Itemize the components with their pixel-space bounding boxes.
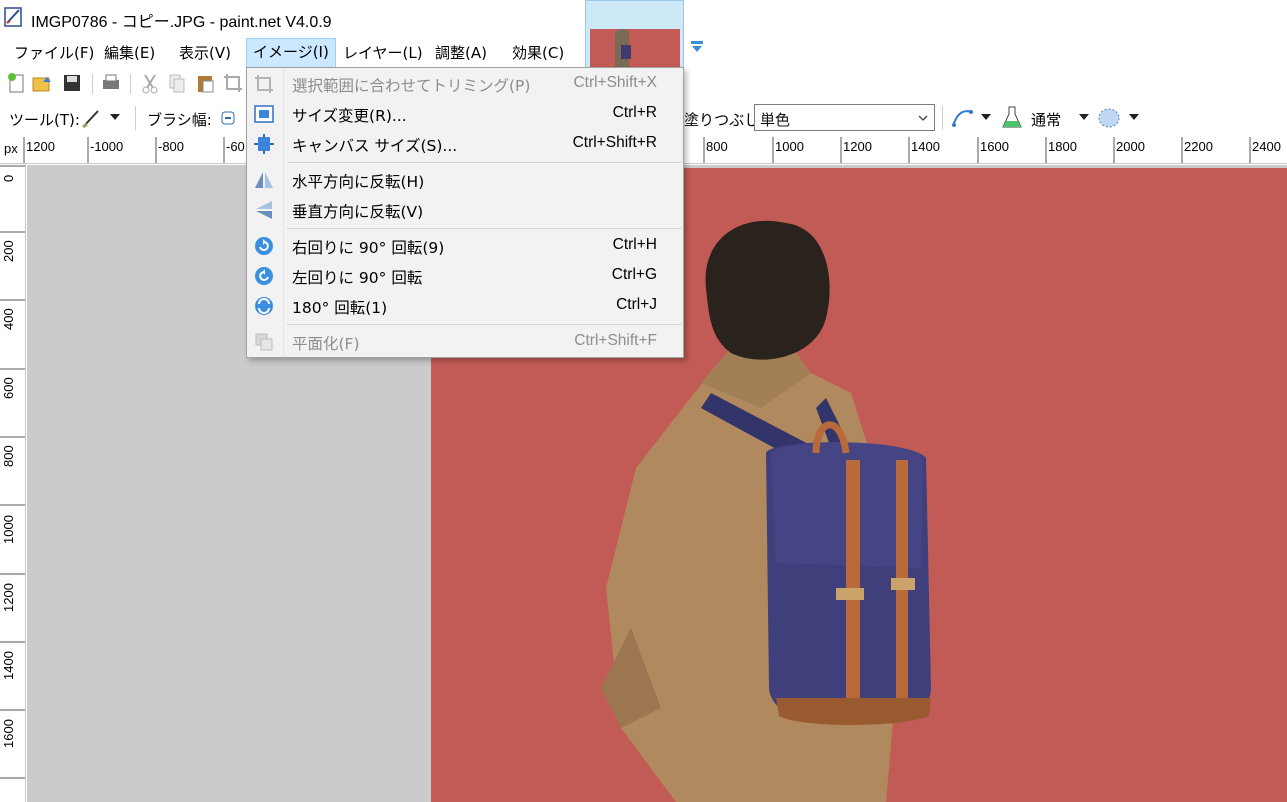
vertical-ruler: 0 200 400 600 800 1000 1200 1400 1600 — [0, 164, 26, 802]
fill-select[interactable]: 単色 — [754, 104, 935, 131]
menu-view[interactable]: 表示(V) — [173, 40, 237, 68]
menu-item-rotate-180[interactable]: 180° 回転(1) Ctrl+J — [247, 292, 683, 320]
blend-mode-label[interactable]: 通常 — [1031, 109, 1061, 130]
image-thumbnail-tab[interactable] — [585, 0, 684, 71]
crop-icon — [255, 75, 273, 93]
save-icon[interactable] — [61, 72, 83, 94]
image-list-dropdown-icon[interactable] — [690, 40, 704, 54]
blend-mode-flask-icon[interactable] — [1000, 105, 1024, 131]
flatten-icon — [255, 333, 273, 351]
menu-item-label: 水平方向に反転(H) — [292, 173, 425, 191]
menu-item-flip-horizontal[interactable]: 水平方向に反転(H) — [247, 166, 683, 194]
menu-item-label: 垂直方向に反転(V) — [292, 203, 424, 221]
tool-dropdown-icon[interactable] — [110, 114, 120, 122]
image-menu-dropdown: 選択範囲に合わせてトリミング(P) Ctrl+Shift+X サイズ変更(R).… — [246, 67, 684, 358]
antialiasing-icon[interactable] — [950, 106, 976, 130]
menu-item-label: 左回りに 90° 回転 — [292, 269, 423, 287]
tool-label: ツール(T): — [9, 111, 80, 129]
menu-item-shortcut: Ctrl+R — [612, 104, 657, 121]
menu-layers[interactable]: レイヤー(L) — [337, 40, 429, 68]
menu-item-crop-to-selection[interactable]: 選択範囲に合わせてトリミング(P) Ctrl+Shift+X — [247, 70, 683, 98]
menu-edit[interactable]: 編集(E) — [98, 40, 161, 68]
menu-file[interactable]: ファイル(F) — [8, 40, 100, 68]
rotate-ccw-icon — [255, 267, 273, 285]
print-icon[interactable] — [100, 72, 122, 94]
menu-item-canvas-size[interactable]: キャンバス サイズ(S)... Ctrl+Shift+R — [247, 130, 683, 158]
menu-item-label: キャンバス サイズ(S)... — [292, 137, 458, 155]
menu-item-shortcut: Ctrl+Shift+F — [574, 332, 657, 349]
fill-label: 塗りつぶし: — [684, 111, 765, 129]
open-file-icon[interactable] — [31, 72, 53, 94]
crop-toolbar-icon[interactable] — [222, 72, 244, 94]
menu-item-resize[interactable]: サイズ変更(R)... Ctrl+R — [247, 100, 683, 128]
resize-icon — [254, 105, 274, 123]
canvas-size-icon — [254, 134, 274, 154]
menu-item-flatten[interactable]: 平面化(F) Ctrl+Shift+F — [247, 328, 683, 356]
copy-icon[interactable] — [166, 72, 188, 94]
paste-icon[interactable] — [195, 72, 217, 94]
menu-item-label: 選択範囲に合わせてトリミング(P) — [292, 77, 531, 95]
blend-mode-dropdown-icon[interactable] — [1079, 114, 1089, 122]
menu-item-shortcut: Ctrl+Shift+R — [572, 134, 657, 151]
image-thumbnail — [590, 29, 680, 71]
menu-item-shortcut: Ctrl+G — [611, 266, 657, 283]
menu-bar: ファイル(F) 編集(E) 表示(V) イメージ(I) レイヤー(L) 調整(A… — [0, 36, 585, 68]
selection-mode-dropdown-icon[interactable] — [1129, 114, 1139, 122]
antialiasing-dropdown-icon[interactable] — [981, 114, 991, 122]
new-file-icon[interactable] — [6, 72, 28, 94]
selection-mode-icon[interactable] — [1096, 106, 1122, 130]
menu-item-flip-vertical[interactable]: 垂直方向に反転(V) — [247, 196, 683, 224]
rotate-180-icon — [255, 297, 273, 315]
flip-horizontal-icon — [255, 172, 273, 188]
menu-item-shortcut: Ctrl+H — [612, 236, 657, 253]
menu-image[interactable]: イメージ(I) — [246, 38, 336, 68]
menu-item-label: サイズ変更(R)... — [292, 107, 407, 125]
menu-item-shortcut: Ctrl+Shift+X — [573, 74, 657, 91]
chevron-down-icon — [918, 115, 928, 121]
window-title: IMGP0786 - コピー.JPG - paint.net V4.0.9 — [31, 14, 332, 31]
menu-effects[interactable]: 効果(C) — [506, 40, 570, 68]
rotate-cw-icon — [255, 237, 273, 255]
menu-item-label: 右回りに 90° 回転(9) — [292, 239, 445, 257]
menu-adjustments[interactable]: 調整(A) — [429, 40, 493, 68]
paintnet-app-icon[interactable] — [4, 6, 24, 28]
flip-vertical-icon — [256, 201, 272, 219]
paintbrush-icon[interactable] — [80, 106, 104, 130]
brush-width-label: ブラシ幅: — [147, 111, 212, 129]
menu-item-shortcut: Ctrl+J — [616, 296, 657, 313]
fill-select-value: 単色 — [760, 111, 791, 129]
menu-item-label: 平面化(F) — [292, 335, 360, 353]
brush-width-decrease-icon[interactable] — [221, 111, 235, 125]
menu-item-label: 180° 回転(1) — [292, 299, 388, 317]
menu-item-rotate-90-ccw[interactable]: 左回りに 90° 回転 Ctrl+G — [247, 262, 683, 290]
cut-icon[interactable] — [139, 72, 161, 94]
menu-item-rotate-90-cw[interactable]: 右回りに 90° 回転(9) Ctrl+H — [247, 232, 683, 260]
